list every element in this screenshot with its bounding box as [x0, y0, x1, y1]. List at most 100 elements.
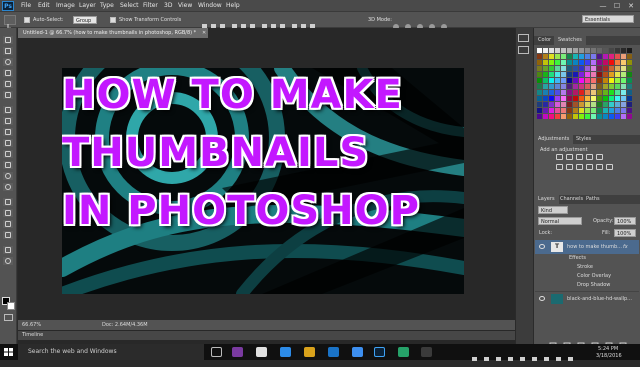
color-swatch[interactable] — [597, 72, 602, 77]
color-swatch[interactable] — [615, 54, 620, 59]
color-swatch[interactable] — [609, 72, 614, 77]
outlook-icon[interactable] — [328, 347, 339, 357]
color-swatch[interactable] — [591, 108, 596, 113]
transform-controls-checkbox[interactable] — [110, 17, 116, 23]
tab-layers[interactable]: Layers — [534, 195, 559, 204]
color-swatch[interactable] — [549, 90, 554, 95]
color-swatch[interactable] — [621, 78, 626, 83]
color-swatch[interactable] — [621, 60, 626, 65]
color-swatch[interactable] — [615, 102, 620, 107]
color-swatch[interactable] — [621, 108, 626, 113]
path-selection-tool-icon[interactable] — [3, 220, 13, 228]
color-swatch[interactable] — [603, 102, 608, 107]
menu-window[interactable]: Window — [198, 0, 222, 12]
color-swatch[interactable] — [603, 84, 608, 89]
color-swatch[interactable] — [591, 96, 596, 101]
color-swatch[interactable] — [603, 48, 608, 53]
color-swatch[interactable] — [537, 78, 542, 83]
color-swatch[interactable] — [567, 78, 572, 83]
color-swatch[interactable] — [585, 54, 590, 59]
color-swatch[interactable] — [609, 78, 614, 83]
workspace-dropdown[interactable]: Essentials — [582, 15, 634, 23]
color-swatch[interactable] — [543, 114, 548, 119]
task-view-icon[interactable] — [211, 347, 222, 357]
color-swatch[interactable] — [555, 84, 560, 89]
color-swatch[interactable] — [567, 60, 572, 65]
visibility-eye-icon[interactable] — [539, 244, 545, 249]
color-swatch[interactable] — [573, 60, 578, 65]
photoshop-taskbar-icon[interactable] — [374, 347, 385, 357]
color-swatch[interactable] — [579, 54, 584, 59]
healing-brush-tool-icon[interactable] — [3, 106, 13, 114]
color-swatch[interactable] — [609, 90, 614, 95]
fill-input[interactable]: 100% — [614, 229, 636, 237]
color-swatch[interactable] — [597, 96, 602, 101]
color-swatch[interactable] — [579, 72, 584, 77]
color-swatch[interactable] — [621, 114, 626, 119]
eraser-tool-icon[interactable] — [3, 150, 13, 158]
more-tools-icon[interactable] — [3, 270, 13, 274]
brush-tool-icon[interactable] — [3, 117, 13, 125]
color-swatch[interactable] — [537, 96, 542, 101]
gradient-tool-icon[interactable] — [3, 161, 13, 169]
color-swatch[interactable] — [561, 114, 566, 119]
dropbox-icon[interactable] — [352, 347, 363, 357]
color-swatch[interactable] — [549, 96, 554, 101]
color-swatch[interactable] — [561, 84, 566, 89]
color-swatch[interactable] — [573, 102, 578, 107]
color-swatch[interactable] — [579, 60, 584, 65]
shape-tool-icon[interactable] — [3, 231, 13, 239]
color-swatch[interactable] — [567, 114, 572, 119]
color-swatch[interactable] — [573, 72, 578, 77]
system-tray-icons[interactable] — [470, 348, 580, 361]
color-swatch[interactable] — [543, 48, 548, 53]
color-swatch[interactable] — [579, 48, 584, 53]
color-swatch[interactable] — [573, 90, 578, 95]
color-swatch[interactable] — [597, 108, 602, 113]
color-swatch[interactable] — [543, 84, 548, 89]
color-swatch[interactable] — [543, 60, 548, 65]
color-swatch[interactable] — [561, 96, 566, 101]
document-tab[interactable]: Untitled-1 @ 66.7% (how to make thumbnai… — [18, 28, 208, 38]
color-balance-icon[interactable] — [566, 164, 573, 170]
taskbar-app-icon[interactable] — [256, 347, 267, 357]
hand-tool-icon[interactable] — [3, 246, 13, 254]
zoom-tool-icon[interactable] — [3, 257, 13, 265]
color-swatch[interactable] — [561, 102, 566, 107]
opacity-input[interactable]: 100% — [614, 217, 636, 225]
color-swatch[interactable] — [621, 96, 626, 101]
levels-icon[interactable] — [566, 154, 573, 160]
color-swatch[interactable] — [549, 114, 554, 119]
layer-fx-badge[interactable]: fx — [623, 241, 628, 253]
color-swatch[interactable] — [585, 108, 590, 113]
color-swatch[interactable] — [543, 78, 548, 83]
color-swatch[interactable] — [579, 84, 584, 89]
color-swatch[interactable] — [627, 54, 632, 59]
color-swatch[interactable] — [627, 114, 632, 119]
tab-paths[interactable]: Paths — [582, 195, 604, 204]
edge-browser-icon[interactable] — [280, 347, 291, 357]
clock-time[interactable]: 5:24 PM — [598, 346, 618, 352]
color-swatch[interactable] — [591, 90, 596, 95]
color-swatch[interactable] — [609, 96, 614, 101]
color-swatch[interactable] — [549, 102, 554, 107]
color-swatch[interactable] — [549, 108, 554, 113]
color-swatch[interactable] — [585, 66, 590, 71]
color-swatch[interactable] — [573, 54, 578, 59]
color-swatch[interactable] — [549, 72, 554, 77]
color-swatch[interactable] — [627, 102, 632, 107]
color-swatch[interactable] — [549, 84, 554, 89]
layer-name[interactable]: black-and-blue-hd-wallp... — [567, 293, 632, 305]
color-swatch[interactable] — [579, 78, 584, 83]
move-tool-icon[interactable] — [3, 36, 13, 44]
color-swatch[interactable] — [591, 114, 596, 119]
color-swatch[interactable] — [555, 108, 560, 113]
channel-mixer-icon[interactable] — [596, 164, 603, 170]
blur-tool-icon[interactable] — [3, 172, 13, 180]
layer-name[interactable]: how to make thumb... — [567, 241, 622, 253]
close-button[interactable]: ✕ — [624, 1, 638, 11]
color-swatch[interactable] — [555, 54, 560, 59]
effect-stroke-row[interactable]: Stroke — [535, 263, 639, 272]
color-swatch[interactable] — [615, 72, 620, 77]
menu-file[interactable]: File — [21, 0, 31, 12]
